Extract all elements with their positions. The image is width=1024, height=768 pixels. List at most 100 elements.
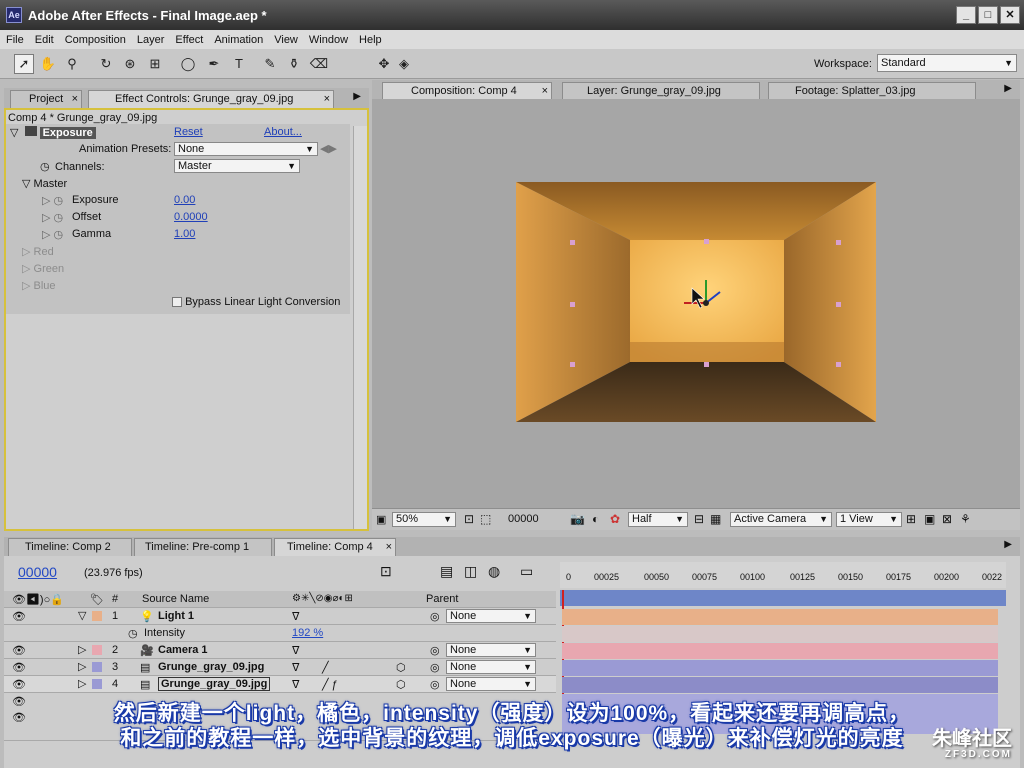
shy-icon[interactable]: ᐁ bbox=[292, 661, 300, 674]
hide-shy-layers-icon[interactable]: ◫ bbox=[464, 563, 477, 580]
comp-preview-image[interactable] bbox=[516, 182, 876, 422]
intensity-value[interactable]: 192 % bbox=[292, 627, 323, 639]
channels-select[interactable]: Master ▼ bbox=[174, 159, 300, 173]
motion-blur-icon[interactable]: ◍ bbox=[488, 563, 500, 580]
stopwatch-icon[interactable]: ◷ bbox=[128, 627, 138, 640]
menu-effect[interactable]: Effect bbox=[175, 34, 203, 46]
exposure-value[interactable]: 0.00 bbox=[174, 194, 195, 206]
menu-window[interactable]: Window bbox=[309, 34, 348, 46]
eraser-tool-icon[interactable]: ⌫ bbox=[309, 54, 329, 74]
chevron-right-icon[interactable]: ▷ bbox=[78, 643, 86, 656]
layer-duration-bar[interactable] bbox=[562, 660, 998, 676]
scrollbar[interactable] bbox=[353, 126, 367, 529]
stopwatch-icon[interactable]: ◷ bbox=[40, 160, 50, 173]
transparency-grid-icon[interactable]: ▦ bbox=[710, 512, 721, 526]
layer-row[interactable]: 👁 ▽ 1 💡 Light 1 ᐁ ◎ None ▼ bbox=[4, 608, 556, 625]
resolution-select[interactable]: Half ▼ bbox=[628, 512, 688, 527]
layer-name[interactable]: Grunge_gray_09.jpg bbox=[158, 677, 271, 691]
menu-composition[interactable]: Composition bbox=[65, 34, 126, 46]
menu-edit[interactable]: Edit bbox=[35, 34, 54, 46]
eye-icon[interactable]: 👁 bbox=[12, 678, 26, 691]
blue-group[interactable]: ▷ Blue bbox=[22, 279, 56, 292]
tab-layer[interactable]: Layer: Grunge_gray_09.jpg bbox=[562, 82, 760, 100]
pan-behind-tool-icon[interactable]: ⊞ bbox=[145, 54, 165, 74]
close-button[interactable]: ✕ bbox=[1000, 6, 1020, 24]
draft-3d-icon[interactable]: ▤ bbox=[440, 563, 453, 580]
tab-project[interactable]: Project × bbox=[10, 90, 82, 108]
camera-view-select[interactable]: Active Camera ▼ bbox=[730, 512, 832, 527]
effect-switch-icon[interactable]: ╱ bbox=[322, 661, 329, 674]
layer-name[interactable]: Light 1 bbox=[158, 610, 194, 622]
time-ruler[interactable]: 0 00025 00050 00075 00100 00125 00150 00… bbox=[560, 562, 1006, 588]
menu-help[interactable]: Help bbox=[359, 34, 382, 46]
shy-icon[interactable]: ᐁ bbox=[292, 610, 300, 623]
green-group[interactable]: ▷ Green bbox=[22, 262, 64, 275]
menu-file[interactable]: File bbox=[6, 34, 24, 46]
animation-presets-select[interactable]: None ▼ bbox=[174, 142, 318, 156]
fast-previews-icon[interactable]: ▣ bbox=[924, 512, 935, 526]
magnification-select[interactable]: 50% ▼ bbox=[392, 512, 456, 527]
av-switches-icon[interactable]: 👁◀)○🔒 bbox=[12, 593, 64, 606]
parent-select[interactable]: None ▼ bbox=[446, 660, 536, 674]
close-icon[interactable]: × bbox=[324, 91, 330, 108]
type-tool-icon[interactable]: T bbox=[229, 54, 249, 74]
label-color-swatch[interactable] bbox=[92, 662, 102, 672]
bypass-checkbox-row[interactable]: Bypass Linear Light Conversion bbox=[172, 296, 340, 308]
panel-menu-icon[interactable]: ▶ bbox=[1004, 539, 1012, 550]
minimize-button[interactable]: _ bbox=[956, 6, 976, 24]
red-group[interactable]: ▷ Red bbox=[22, 245, 54, 258]
chevron-down-icon[interactable]: ▽ bbox=[78, 609, 86, 622]
pickwhip-icon[interactable]: ◎ bbox=[430, 610, 440, 623]
3d-layer-icon[interactable]: ⬡ bbox=[396, 661, 406, 674]
maximize-button[interactable]: □ bbox=[978, 6, 998, 24]
timeline-icon[interactable]: ⊠ bbox=[942, 512, 952, 526]
workspace-select[interactable]: Standard ▼ bbox=[877, 54, 1017, 72]
mask-visibility-icon[interactable]: ⬚ bbox=[480, 512, 491, 526]
expand-icon[interactable]: ▷ ◷ bbox=[42, 211, 63, 224]
shy-icon[interactable]: ᐁ bbox=[292, 678, 300, 691]
mask-tool-icon[interactable]: ◯ bbox=[178, 54, 198, 74]
parent-select[interactable]: None ▼ bbox=[446, 677, 536, 691]
selection-tool-icon[interactable]: ➚ bbox=[14, 54, 34, 74]
view-layout-select[interactable]: 1 View ▼ bbox=[836, 512, 902, 527]
eye-icon[interactable]: 👁 bbox=[12, 610, 26, 623]
offset-value[interactable]: 0.0000 bbox=[174, 211, 208, 223]
expand-icon[interactable]: ▷ ◷ bbox=[42, 228, 63, 241]
pickwhip-icon[interactable]: ◎ bbox=[430, 678, 440, 691]
layer-row[interactable]: 👁 ▷ 2 🎥 Camera 1 ᐁ ◎ None ▼ bbox=[4, 642, 556, 659]
comp-mini-flowchart-icon[interactable]: ⊡ bbox=[380, 563, 392, 580]
label-icon[interactable]: 🏷 bbox=[90, 593, 104, 606]
hand-tool-icon[interactable]: ✋ bbox=[38, 54, 58, 74]
always-preview-icon[interactable]: ▣ bbox=[376, 513, 386, 526]
close-icon[interactable]: × bbox=[72, 91, 78, 108]
world-axis-icon[interactable]: ◈ bbox=[394, 54, 414, 74]
region-of-interest-icon[interactable]: ⊟ bbox=[694, 512, 704, 526]
grid-icon[interactable]: ⊡ bbox=[464, 512, 474, 526]
close-icon[interactable]: × bbox=[386, 539, 392, 556]
eye-icon[interactable]: 👁 bbox=[12, 644, 26, 657]
fx-icon[interactable] bbox=[24, 126, 37, 136]
property-row[interactable]: ◷ Intensity 192 % bbox=[4, 625, 556, 642]
graph-editor-icon[interactable]: ▭ bbox=[520, 563, 533, 580]
parent-select[interactable]: None ▼ bbox=[446, 609, 536, 623]
clone-stamp-tool-icon[interactable]: ⚱ bbox=[284, 54, 304, 74]
tab-timeline-comp2[interactable]: Timeline: Comp 2 bbox=[8, 538, 132, 556]
menu-layer[interactable]: Layer bbox=[137, 34, 165, 46]
tab-footage[interactable]: Footage: Splatter_03.jpg bbox=[768, 82, 976, 100]
show-snapshot-icon[interactable]: ◐ bbox=[592, 512, 599, 526]
pen-tool-icon[interactable]: ✒ bbox=[204, 54, 224, 74]
rotate-tool-icon[interactable]: ↻ bbox=[96, 54, 116, 74]
label-color-swatch[interactable] bbox=[92, 679, 102, 689]
panel-menu-icon[interactable]: ▶ bbox=[353, 91, 361, 102]
effect-switch-icon[interactable]: ╱ ƒ bbox=[322, 678, 338, 691]
eye-icon[interactable]: 👁 bbox=[12, 661, 26, 674]
master-group[interactable]: ▽ Master bbox=[22, 177, 67, 190]
3d-layer-icon[interactable]: ⬡ bbox=[396, 678, 406, 691]
brush-tool-icon[interactable]: ✎ bbox=[260, 54, 280, 74]
pickwhip-icon[interactable]: ◎ bbox=[430, 661, 440, 674]
layer-duration-bar[interactable] bbox=[562, 609, 998, 625]
parent-select[interactable]: None ▼ bbox=[446, 643, 536, 657]
layer-row[interactable]: 👁 ▷ 3 ▤ Grunge_gray_09.jpg ᐁ ╱ ⬡ ◎ None … bbox=[4, 659, 556, 676]
shy-icon[interactable]: ᐁ bbox=[292, 644, 300, 657]
zoom-tool-icon[interactable]: ⚲ bbox=[62, 54, 82, 74]
